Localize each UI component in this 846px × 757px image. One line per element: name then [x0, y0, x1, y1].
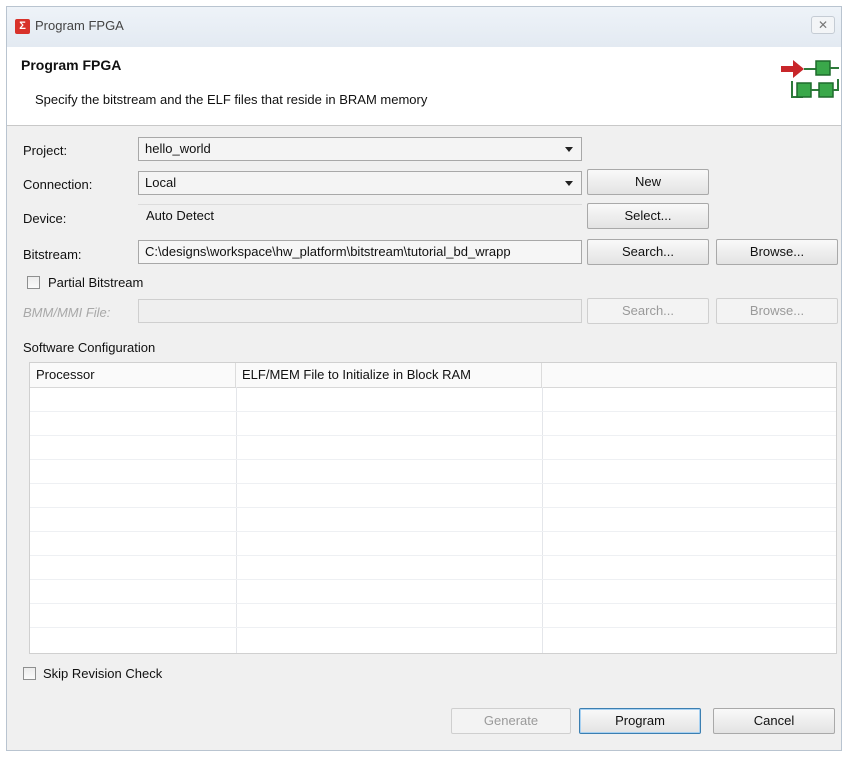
column-header-processor[interactable]: Processor — [30, 363, 236, 387]
generate-button[interactable]: Generate — [451, 708, 571, 734]
software-configuration-table[interactable]: Processor ELF/MEM File to Initialize in … — [29, 362, 837, 654]
device-value: Auto Detect — [138, 204, 582, 228]
connection-dropdown[interactable]: Local — [138, 171, 582, 195]
dialog-banner: Program FPGA Specify the bitstream and t… — [7, 47, 841, 126]
banner-description: Specify the bitstream and the ELF files … — [35, 92, 428, 107]
software-configuration-label: Software Configuration — [23, 340, 156, 355]
project-dropdown[interactable]: hello_world — [138, 137, 582, 161]
column-header-extra — [542, 363, 836, 387]
table-row — [30, 507, 836, 508]
title-bar: Σ Program FPGA ✕ — [7, 7, 841, 47]
window-title: Program FPGA — [35, 18, 124, 33]
column-divider — [236, 387, 237, 653]
bmm-file-input[interactable] — [138, 299, 582, 323]
select-device-button[interactable]: Select... — [587, 203, 709, 229]
table-row — [30, 627, 836, 628]
table-row — [30, 435, 836, 436]
project-value: hello_world — [145, 141, 211, 156]
new-connection-button[interactable]: New — [587, 169, 709, 195]
program-fpga-dialog: Σ Program FPGA ✕ Program FPGA Specify th… — [6, 6, 842, 751]
device-label: Device: — [23, 211, 67, 226]
table-row — [30, 459, 836, 460]
xilinx-logo-icon: Σ — [15, 19, 30, 34]
bitstream-search-button[interactable]: Search... — [587, 239, 709, 265]
table-row — [30, 411, 836, 412]
bmm-browse-button[interactable]: Browse... — [716, 298, 838, 324]
bmm-search-button[interactable]: Search... — [587, 298, 709, 324]
program-fpga-icon — [781, 60, 839, 98]
close-button[interactable]: ✕ — [811, 16, 835, 34]
chevron-down-icon — [565, 181, 573, 186]
bitstream-input[interactable]: C:\designs\workspace\hw_platform\bitstre… — [138, 240, 582, 264]
table-row — [30, 579, 836, 580]
program-button[interactable]: Program — [579, 708, 701, 734]
cancel-button[interactable]: Cancel — [713, 708, 835, 734]
bitstream-browse-button[interactable]: Browse... — [716, 239, 838, 265]
partial-bitstream-label: Partial Bitstream — [48, 275, 144, 290]
connection-value: Local — [145, 175, 177, 190]
column-header-elf-file[interactable]: ELF/MEM File to Initialize in Block RAM — [236, 363, 542, 387]
column-divider — [542, 387, 543, 653]
skip-revision-check-label: Skip Revision Check — [43, 666, 163, 681]
project-label: Project: — [23, 143, 68, 158]
table-row — [30, 483, 836, 484]
bitstream-label: Bitstream: — [23, 247, 82, 262]
table-header: Processor ELF/MEM File to Initialize in … — [30, 363, 836, 388]
bmm-file-label: BMM/MMI File: — [23, 305, 111, 320]
skip-revision-check-checkbox[interactable] — [23, 667, 36, 680]
table-row — [30, 531, 836, 532]
table-row — [30, 555, 836, 556]
connection-label: Connection: — [23, 177, 93, 192]
partial-bitstream-checkbox[interactable] — [27, 276, 40, 289]
chevron-down-icon — [565, 147, 573, 152]
banner-title: Program FPGA — [21, 57, 122, 73]
table-row — [30, 603, 836, 604]
